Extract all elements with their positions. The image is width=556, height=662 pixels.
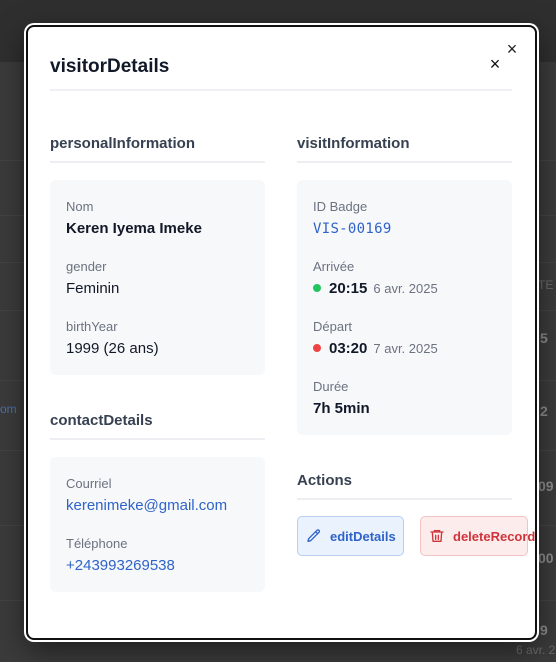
- visit-information-card: [297, 180, 512, 435]
- actions-heading: Actions: [297, 472, 353, 489]
- contact-details-heading: contactDetails: [50, 412, 153, 429]
- visit-information-heading: visitInformation: [297, 135, 410, 152]
- departure-date: 7 avr. 2025: [373, 341, 438, 356]
- name-value: Keren Iyema Imeke: [66, 220, 202, 237]
- email-link[interactable]: kerenimeke@gmail.com: [66, 497, 227, 514]
- trash-icon: [430, 530, 444, 542]
- badge-id-value: VIS-00169: [313, 221, 392, 237]
- title-divider: [50, 89, 512, 91]
- birth-year-value: 1999 (26 ans): [66, 340, 159, 357]
- section-divider: [50, 161, 265, 163]
- section-divider: [297, 498, 512, 500]
- edit-details-button[interactable]: editDetails: [297, 516, 404, 556]
- phone-label: Téléphone: [66, 536, 128, 551]
- name-label: Nom: [66, 199, 94, 214]
- background-text: 6 avr. 2: [516, 643, 556, 657]
- gender-label: gender: [66, 259, 107, 274]
- pencil-icon: [307, 529, 321, 542]
- delete-record-label: deleteRecord: [453, 528, 536, 544]
- arrival-date: 6 avr. 2025: [373, 281, 438, 296]
- duration-value: 7h 5min: [313, 400, 370, 417]
- background-text: 00: [538, 550, 554, 566]
- delete-record-button[interactable]: deleteRecord: [420, 516, 535, 556]
- background-text: 2: [540, 403, 548, 419]
- departure-label: Départ: [313, 319, 353, 334]
- background-text: 5: [540, 330, 548, 346]
- departure-value: 03:20 7 avr. 2025: [313, 340, 438, 357]
- section-divider: [50, 438, 265, 440]
- background-text: 9: [540, 622, 548, 638]
- close-button[interactable]: ×: [484, 53, 506, 75]
- background-text: TE: [538, 278, 554, 292]
- section-divider: [297, 161, 512, 163]
- arrival-status-dot: [313, 284, 321, 292]
- arrival-value: 20:15 6 avr. 2025: [313, 280, 438, 297]
- departure-status-dot: [313, 344, 321, 352]
- email-label: Courriel: [66, 476, 112, 491]
- arrival-time: 20:15: [329, 280, 368, 297]
- arrival-label: Arrivée: [313, 259, 355, 274]
- phone-link[interactable]: +243993269538: [66, 557, 175, 574]
- gender-value: Feminin: [66, 280, 120, 297]
- birth-year-label: birthYear: [66, 319, 118, 334]
- badge-id-label: ID Badge: [313, 199, 368, 214]
- edit-details-label: editDetails: [330, 528, 396, 544]
- personal-information-heading: personalInformation: [50, 135, 196, 152]
- duration-label: Durée: [313, 379, 349, 394]
- modal-title: visitorDetails: [50, 56, 170, 77]
- departure-time: 03:20: [329, 340, 368, 357]
- background-text: 09: [538, 478, 554, 494]
- background-text: om: [0, 402, 17, 416]
